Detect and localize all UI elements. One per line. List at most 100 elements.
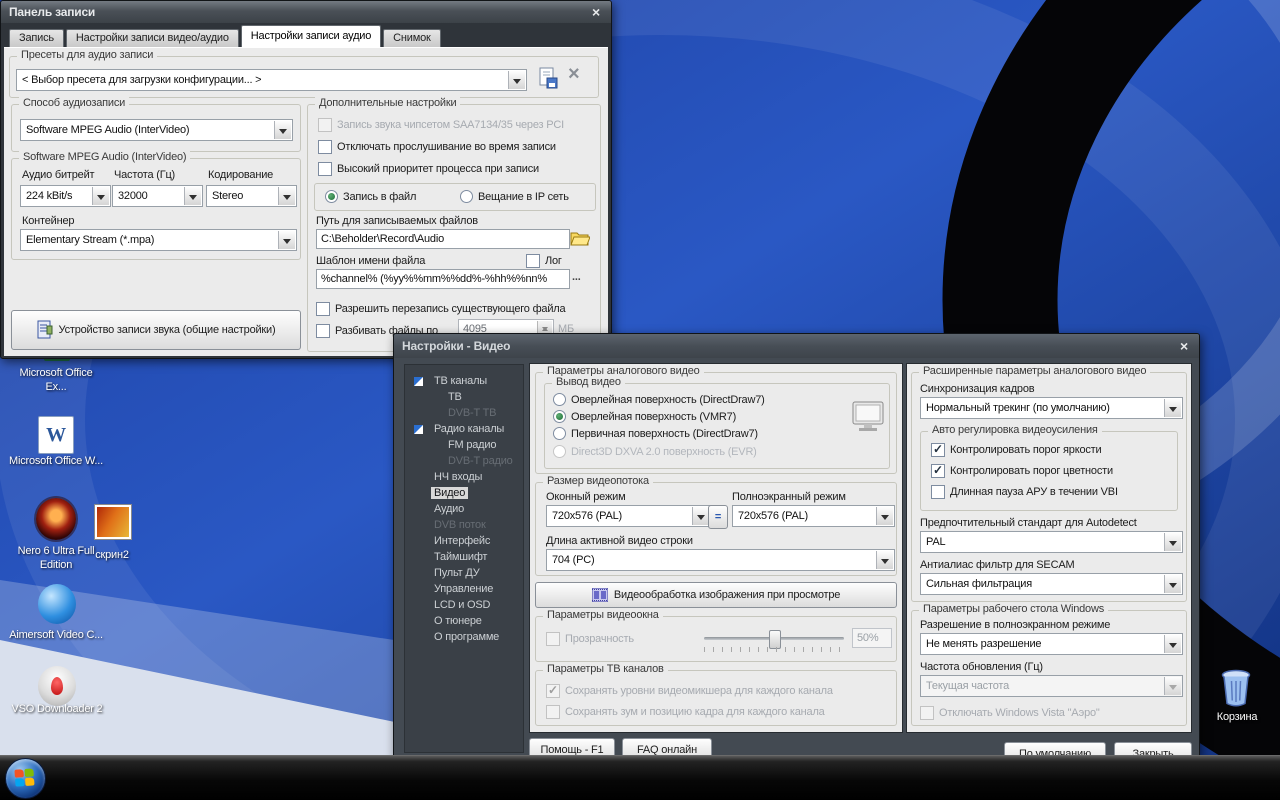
checkbox-icon[interactable] (318, 162, 332, 176)
tab-audio-settings[interactable]: Настройки записи аудио (241, 25, 381, 47)
chevron-down-icon[interactable] (692, 507, 709, 525)
tree-item-lcd-osd[interactable]: LCD и OSD (405, 597, 523, 613)
fullscreen-resolution-select[interactable]: Не менять разрешение (920, 633, 1183, 655)
chevron-down-icon[interactable] (508, 71, 525, 89)
antialias-select[interactable]: Сильная фильтрация (920, 573, 1183, 595)
record-to-file-radio[interactable]: Запись в файл (325, 189, 416, 204)
overlay-vmr7-radio[interactable]: Оверлейная поверхность (VMR7) (553, 409, 736, 424)
checkbox-icon[interactable] (931, 485, 945, 499)
broadcast-ip-radio[interactable]: Вещание в IP сеть (460, 189, 569, 204)
tree-item-tv[interactable]: ТВ (405, 389, 523, 405)
tree-item-radio-channels[interactable]: Радио каналы (405, 421, 523, 437)
chevron-down-icon[interactable] (1164, 635, 1181, 653)
video-processing-button[interactable]: Видеообработка изображения при просмотре (535, 582, 897, 608)
preferred-standard-select[interactable]: PAL (920, 531, 1183, 553)
sound-device-button[interactable]: Устройство записи звука (общие настройки… (11, 310, 301, 350)
radio-icon[interactable] (325, 190, 338, 203)
desktop-icon-label[interactable]: Aimersoft Video C... (8, 628, 104, 642)
checkbox-icon[interactable] (931, 443, 945, 457)
checkbox-icon[interactable] (316, 324, 330, 338)
nero-icon[interactable] (36, 498, 76, 540)
brightness-threshold-checkbox[interactable]: Контролировать порог яркости (931, 442, 1101, 457)
chevron-down-icon[interactable] (1164, 575, 1181, 593)
tree-item-remote[interactable]: Пульт ДУ (405, 565, 523, 581)
tab-record[interactable]: Запись (9, 29, 64, 47)
expander-icon[interactable] (414, 377, 423, 386)
filename-template-input[interactable]: %channel% (%yy%%mm%%dd%-%hh%%nn% (316, 269, 570, 289)
browse-folder-icon[interactable] (570, 229, 590, 247)
chroma-threshold-checkbox[interactable]: Контролировать порог цветности (931, 463, 1113, 478)
vso-downloader-icon[interactable] (38, 666, 76, 706)
frame-sync-select[interactable]: Нормальный трекинг (по умолчанию) (920, 397, 1183, 419)
start-button[interactable] (5, 758, 46, 799)
tree-item-timeshift[interactable]: Таймшифт (405, 549, 523, 565)
high-priority-checkbox[interactable]: Высокий приоритет процесса при записи (318, 161, 539, 176)
desktop-icon-label[interactable]: Microsoft Office W... (8, 454, 104, 468)
tree-item-about-program[interactable]: О программе (405, 629, 523, 645)
active-line-select[interactable]: 704 (PC) (546, 549, 895, 571)
antialias-label: Антиалиас фильтр для SECAM (920, 559, 1074, 571)
desktop-icon-label[interactable]: Корзина (1206, 710, 1268, 724)
record-path-input[interactable]: C:\Beholder\Record\Audio (316, 229, 570, 249)
checkbox-icon[interactable] (318, 140, 332, 154)
equal-sizes-button[interactable]: = (708, 505, 728, 529)
radio-icon[interactable] (553, 393, 566, 406)
desktop-icon-label[interactable]: VSO Downloader 2 (2, 702, 112, 716)
bitrate-select[interactable]: 224 kBit/s (20, 185, 111, 207)
settings-titlebar[interactable]: Настройки - Видео × (394, 334, 1199, 358)
checkbox-icon[interactable] (931, 464, 945, 478)
chevron-down-icon[interactable] (876, 551, 893, 569)
radio-icon[interactable] (553, 410, 566, 423)
tree-item-tv-channels[interactable]: ТВ каналы (405, 373, 523, 389)
tree-item-lf-inputs[interactable]: НЧ входы (405, 469, 523, 485)
windowed-size-select[interactable]: 720x576 (PAL) (546, 505, 711, 527)
transparency-slider[interactable] (704, 637, 844, 640)
agc-vbi-pause-checkbox[interactable]: Длинная пауза АРУ в течении VBI (931, 484, 1118, 499)
desktop-icon-label[interactable]: Microsoft Office Ex... (8, 366, 104, 394)
checkbox-icon[interactable] (316, 302, 330, 316)
tree-item-about-tuner[interactable]: О тюнере (405, 613, 523, 629)
advanced-settings-panel: Расширенные параметры аналогового видео … (906, 363, 1192, 733)
tree-item-interface[interactable]: Интерфейс (405, 533, 523, 549)
chevron-down-icon[interactable] (278, 187, 295, 205)
chevron-down-icon[interactable] (274, 121, 291, 139)
chevron-down-icon[interactable] (1164, 533, 1181, 551)
primary-dd7-radio[interactable]: Первичная поверхность (DirectDraw7) (553, 426, 758, 441)
encoding-select[interactable]: Stereo (206, 185, 297, 207)
template-more-button[interactable]: ... (572, 271, 581, 283)
preset-select[interactable]: < Выбор пресета для загрузки конфигураци… (16, 69, 527, 91)
word-icon[interactable]: W (38, 416, 74, 454)
chevron-down-icon[interactable] (1164, 399, 1181, 417)
tree-item-control[interactable]: Управление (405, 581, 523, 597)
chevron-down-icon[interactable] (278, 231, 295, 249)
container-select[interactable]: Elementary Stream (*.mpa) (20, 229, 297, 251)
tab-snapshot[interactable]: Снимок (383, 29, 440, 47)
tree-item-audio[interactable]: Аудио (405, 501, 523, 517)
tree-item-fm-radio[interactable]: FM радио (405, 437, 523, 453)
close-icon[interactable]: × (587, 3, 605, 20)
checkbox-icon[interactable] (526, 254, 540, 268)
overlay-dd7-radio[interactable]: Оверлейная поверхность (DirectDraw7) (553, 392, 765, 407)
tab-video-audio-settings[interactable]: Настройки записи видео/аудио (66, 29, 239, 47)
overwrite-checkbox[interactable]: Разрешить перезапись существующего файла (316, 301, 565, 316)
screenshot-thumbnail-icon[interactable] (94, 504, 132, 540)
mute-while-recording-checkbox[interactable]: Отключать прослушивание во время записи (318, 139, 556, 154)
audio-method-select[interactable]: Software MPEG Audio (InterVideo) (20, 119, 293, 141)
recycle-bin-icon[interactable] (1218, 666, 1254, 708)
desktop-icon-label[interactable]: скрин2 (84, 548, 140, 562)
chevron-down-icon[interactable] (184, 187, 201, 205)
chevron-down-icon[interactable] (876, 507, 893, 525)
save-preset-icon[interactable] (538, 67, 558, 89)
close-icon[interactable]: × (1175, 337, 1193, 354)
fullscreen-size-select[interactable]: 720x576 (PAL) (732, 505, 895, 527)
tree-item-video[interactable]: Видео (405, 485, 523, 501)
radio-icon[interactable] (553, 427, 566, 440)
delete-preset-icon[interactable]: × (568, 63, 579, 86)
aimersoft-icon[interactable] (38, 584, 76, 624)
frequency-select[interactable]: 32000 (112, 185, 203, 207)
chevron-down-icon[interactable] (92, 187, 109, 205)
radio-icon[interactable] (460, 190, 473, 203)
expander-icon[interactable] (414, 425, 423, 434)
log-checkbox[interactable]: Лог (526, 253, 562, 268)
recording-panel-titlebar[interactable]: Панель записи × (1, 1, 611, 23)
